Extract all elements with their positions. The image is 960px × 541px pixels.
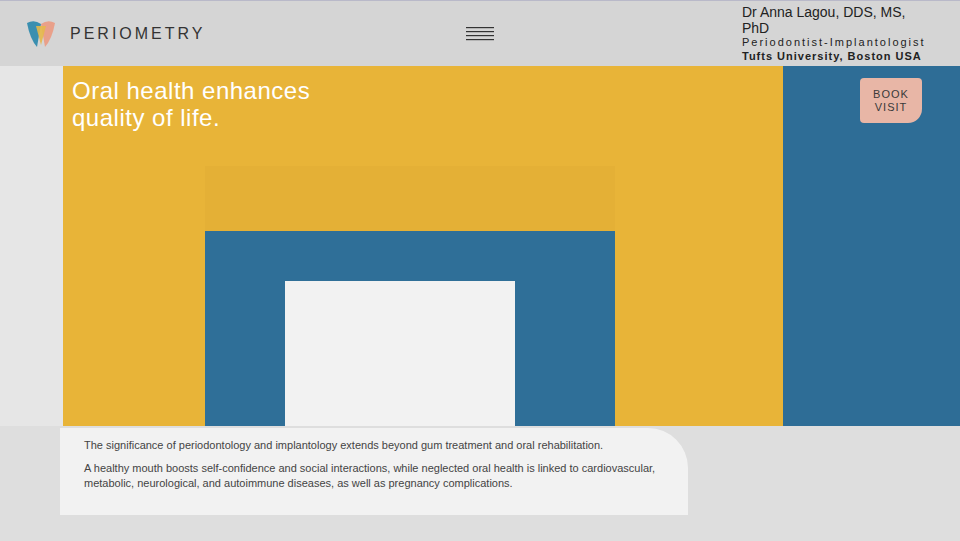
book-visit-button[interactable]: BOOK VISIT — [860, 78, 922, 123]
hero-section: Oral health enhances quality of life. BO… — [0, 66, 960, 541]
doctor-name: Dr Anna Lagou, DDS, MS, PhD — [742, 4, 936, 36]
doctor-affiliation: Tufts University, Boston USA — [742, 50, 936, 63]
intro-paragraph: A healthy mouth boosts self-confidence a… — [84, 461, 664, 491]
hamburger-menu-icon[interactable] — [466, 26, 494, 42]
tooth-logo-icon — [24, 17, 58, 51]
brand[interactable]: PERIOMETRY — [24, 17, 324, 51]
site-header: PERIOMETRY Dr Anna Lagou, DDS, MS, PhD P… — [0, 0, 960, 66]
hero-headline: Oral health enhances quality of life. — [60, 78, 330, 132]
intro-panel: The significance of periodontology and i… — [60, 428, 688, 515]
intro-paragraph: The significance of periodontology and i… — [84, 438, 664, 453]
doctor-info: Dr Anna Lagou, DDS, MS, PhD Periodontist… — [636, 4, 936, 63]
logo-text[interactable]: PERIOMETRY — [70, 22, 206, 46]
doctor-title: Periodontist-Implantologist — [742, 36, 936, 49]
